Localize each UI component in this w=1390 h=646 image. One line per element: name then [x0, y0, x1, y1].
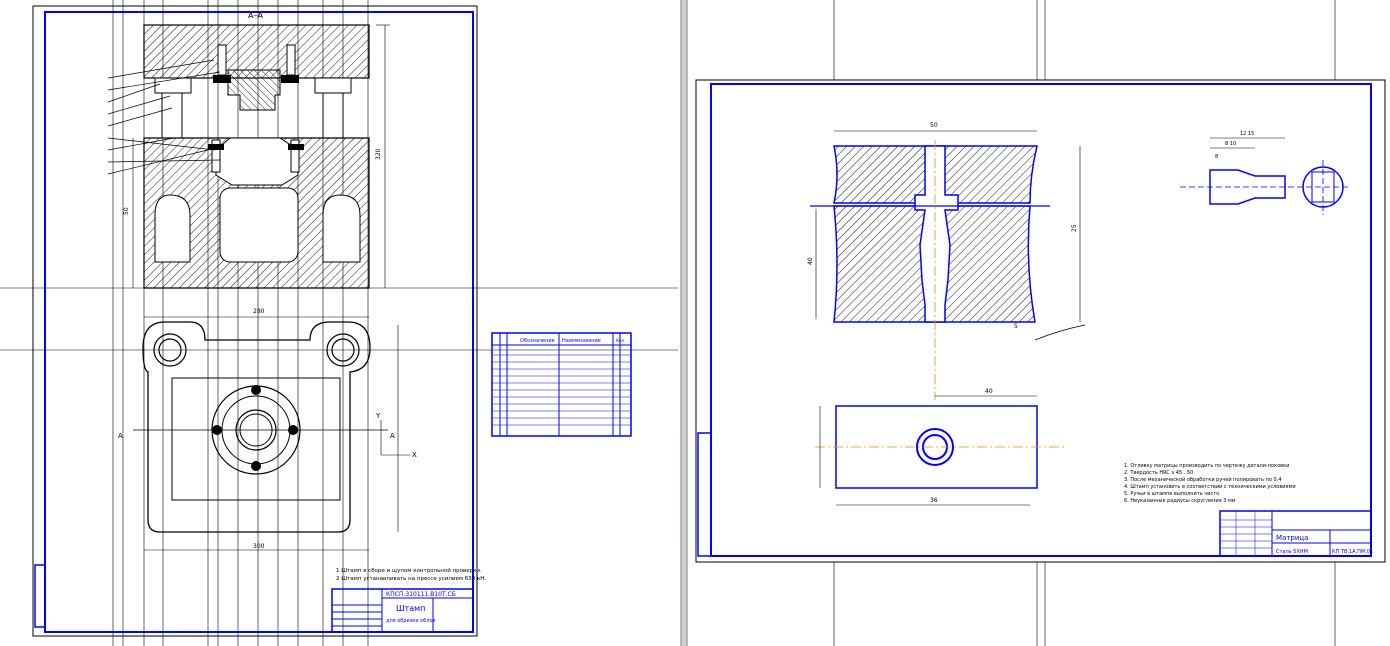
dim-height-left: 50: [123, 207, 130, 215]
dim-die-width: 50: [930, 122, 938, 129]
spec-header-1: Обозначение: [520, 338, 555, 344]
dim-plan-top: 40: [985, 388, 993, 395]
left-title-name: Штамп: [396, 604, 425, 613]
dim-die-total-height: 25: [1071, 224, 1078, 232]
right-title-name: Матрица: [1276, 534, 1308, 542]
note-4: 4. Штамп установить в соответствии с тех…: [1124, 484, 1296, 490]
dim-die-height: 40: [807, 257, 814, 265]
right-title-material: Сталь 5ХНМ: [1276, 549, 1308, 555]
left-viewport[interactable]: A–A 320 50 280 A A Y X 300 1 Штамп в сбо…: [0, 0, 681, 646]
note-5: 5. Ручьи в штампе выполнить чисто: [1124, 491, 1219, 497]
dim-detail-3: 8: [1215, 154, 1218, 160]
dim-detail-2: 8 10: [1225, 141, 1236, 147]
left-tech-note-1: 1 Штамп в сборе и щупом контрольной пров…: [336, 567, 482, 574]
note-2: 2. Твердость HRC э 45...50: [1124, 470, 1193, 476]
section-a-a: A–A 320 50: [107, 11, 390, 289]
note-6: 6. Неуказанные радиусы скругления 3 мм: [1124, 498, 1236, 504]
right-title-code: КП ТВ.1А.ПМ.01: [1332, 549, 1373, 555]
cad-workspace[interactable]: A–A 320 50 280 A A Y X 300 1 Штамп в сбо…: [0, 0, 1390, 646]
left-title-sub: для обрезки облоя: [386, 618, 436, 624]
left-tech-note-2: 2 Штамп устанавливать на прессе усилием …: [336, 576, 486, 582]
section-label: A–A: [248, 11, 263, 20]
cut-label-right: A: [390, 432, 395, 440]
axis-y-label: Y: [375, 412, 381, 420]
dim-die-edge: 5: [1014, 323, 1018, 330]
viewport-splitter[interactable]: [681, 0, 687, 646]
note-1: 1. Отливку матрицы производить по чертеж…: [1124, 463, 1289, 469]
note-3: 3. После механической обработки ручей по…: [1124, 476, 1282, 483]
dim-detail-1: 12 15: [1240, 131, 1254, 137]
right-viewport[interactable]: 50 40 25 5 40 36 12 15 8 10 8 1. Отливку…: [688, 0, 1390, 646]
dim-plan-bottom: 36: [930, 497, 938, 504]
spec-header-2: Наименование: [562, 338, 601, 344]
spec-header-3: Кол.: [616, 338, 625, 343]
cut-label-left: A: [118, 432, 123, 440]
dim-height-right: 320: [375, 148, 382, 160]
dim-top-width: 280: [253, 308, 265, 315]
axis-x-label: X: [412, 451, 417, 459]
dim-bottom-width: 300: [253, 543, 265, 550]
left-title-code: КПСП.310111.В10Т.СБ: [386, 591, 456, 598]
